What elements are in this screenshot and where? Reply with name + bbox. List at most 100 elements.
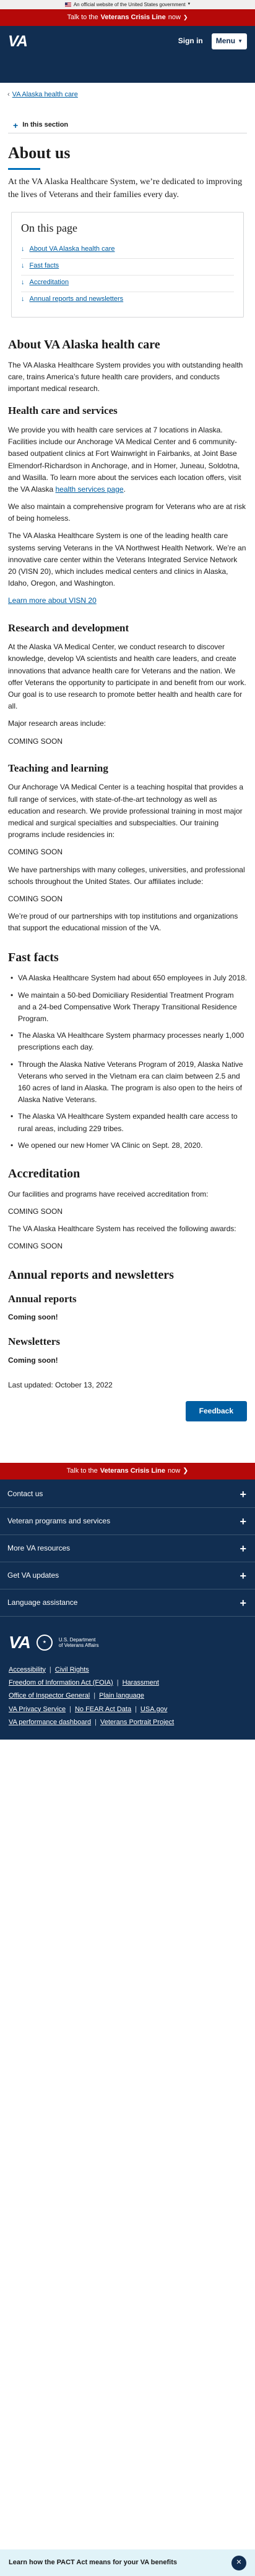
teaching-paragraph: Our Anchorage VA Medical Center is a tea… [8, 783, 243, 840]
research-heading: Research and development [8, 621, 129, 634]
page-title: About us [8, 143, 71, 162]
plus-icon: + [13, 120, 19, 130]
footer-row-label: Get VA updates [7, 1570, 59, 1580]
footer-link[interactable]: VA performance dashboard [9, 1718, 91, 1727]
list-item: VA Alaska Healthcare System had about 65… [8, 972, 247, 984]
menu-button[interactable]: Menu ▼ [211, 33, 247, 49]
services-text-end: . [123, 484, 126, 494]
footer-accordion-updates[interactable]: Get VA updates + [0, 1562, 255, 1590]
arrow-down-icon: ↓ [21, 245, 25, 253]
arrow-down-icon: ↓ [21, 295, 25, 303]
crisis-line-suffix: now [167, 1467, 181, 1475]
footer-logos: VA ★ U.S. Department of Veterans Affairs [0, 1617, 255, 1663]
va-logo[interactable]: VA [8, 30, 28, 53]
main-content: About VA Alaska health care The VA Alask… [0, 336, 255, 1422]
sign-in-button[interactable]: Sign in [178, 36, 203, 46]
services-text: We provide you with health care services… [8, 425, 241, 494]
research-paragraph: At the Alaska VA Medical Center, we cond… [8, 642, 246, 711]
back-arrow-icon: ‹ [7, 91, 10, 98]
breadcrumb-link[interactable]: VA Alaska health care [12, 90, 78, 100]
pact-act-banner[interactable]: Learn how the PACT Act means for your VA… [0, 2549, 255, 2576]
crisis-line-suffix: now [168, 13, 181, 21]
research-areas-intro: Major research areas include: [8, 719, 106, 728]
list-item: We maintain a 50-bed Domiciliary Residen… [8, 990, 247, 1025]
footer-accordion-contact[interactable]: Contact us + [0, 1481, 255, 1509]
about-heading: About VA Alaska health care [8, 337, 160, 351]
teaching-heading: Teaching and learning [8, 762, 108, 774]
coming-soon-text: COMING SOON [8, 848, 63, 857]
toc-link[interactable]: ↓ About VA Alaska health care [21, 242, 234, 258]
toc-link[interactable]: ↓ Fast facts [21, 258, 234, 275]
crisis-line-name: Veterans Crisis Line [100, 13, 166, 21]
newsletters-text: Coming soon! [8, 1356, 58, 1365]
crisis-line-name: Veterans Crisis Line [100, 1467, 165, 1475]
coming-soon-text: COMING SOON [8, 736, 63, 746]
chevron-down-icon: ▾ [188, 2, 191, 7]
gov-banner[interactable]: An official website of the United States… [0, 0, 255, 9]
section-nav-label: In this section [22, 120, 69, 128]
menu-label: Menu [215, 36, 236, 46]
toc-link[interactable]: ↓ Annual reports and newsletters [21, 291, 234, 308]
footer-link[interactable]: Freedom of Information Act (FOIA) [9, 1678, 113, 1687]
arrow-down-icon: ↓ [21, 278, 25, 286]
last-updated-row: Last updated: October 13, 2022 [8, 1380, 247, 1391]
toc-link-label[interactable]: About VA Alaska health care [30, 245, 115, 255]
about-intro: The VA Alaska Healthcare System provides… [8, 360, 243, 394]
feedback-button[interactable]: Feedback [185, 1400, 247, 1422]
fast-facts-list: VA Alaska Healthcare System had about 65… [8, 972, 247, 1151]
footer-link[interactable]: Office of Inspector General [9, 1691, 90, 1700]
crisis-line-banner[interactable]: Talk to the Veterans Crisis Line now ❯ [0, 1463, 255, 1480]
chevron-right-icon: ❯ [183, 1467, 189, 1475]
us-flag-icon [64, 2, 71, 7]
footer-link[interactable]: Civil Rights [55, 1665, 89, 1674]
plus-icon: + [240, 1569, 246, 1582]
va-logo[interactable]: VA [9, 1630, 31, 1656]
footer-link[interactable]: Veterans Portrait Project [100, 1718, 174, 1727]
title-rule [8, 167, 40, 170]
close-icon[interactable]: ✕ [231, 2555, 246, 2570]
toc-heading: On this page [21, 221, 77, 234]
list-item: The Alaska VA Healthcare System expanded… [8, 1111, 247, 1134]
health-services-link[interactable]: health services page [56, 485, 124, 494]
list-item: Through the Alaska Native Veterans Progr… [8, 1059, 247, 1106]
toc-link-label[interactable]: Fast facts [30, 261, 59, 271]
footer-legal-links: Accessibility | Civil Rights Freedom of I… [9, 1665, 175, 1727]
footer-link[interactable]: Accessibility [9, 1665, 46, 1674]
page-lead: At the VA Alaska Healthcare System, we’r… [8, 177, 243, 200]
footer-link[interactable]: Plain language [99, 1691, 144, 1700]
accreditation-paragraph: Our facilities and programs have receive… [8, 1189, 209, 1198]
list-item: The Alaska VA Healthcare System pharmacy… [8, 1030, 247, 1053]
header-band [0, 57, 255, 83]
footer-row-label: Veteran programs and services [7, 1516, 111, 1525]
va-seal-icon: ★ [36, 1635, 53, 1651]
toc-link-label[interactable]: Accreditation [30, 278, 69, 288]
list-item: We opened our new Homer VA Clinic on Sep… [8, 1140, 247, 1151]
visn-paragraph: The VA Alaska Healthcare System is one o… [8, 531, 246, 588]
newsletters-heading: Newsletters [8, 1336, 61, 1348]
coming-soon-text: COMING SOON [8, 1207, 63, 1216]
awards-paragraph: The VA Alaska Healthcare System has rece… [8, 1224, 236, 1234]
last-updated-text: Last updated: October 13, 2022 [8, 1381, 113, 1390]
accreditation-heading: Accreditation [8, 1166, 80, 1181]
chevron-right-icon: ❯ [183, 14, 188, 20]
footer-link[interactable]: USA.gov [140, 1705, 167, 1714]
annual-reports-heading: Annual reports [8, 1292, 77, 1305]
reports-heading: Annual reports and newsletters [8, 1268, 174, 1282]
footer-accordion-language[interactable]: Language assistance + [0, 1589, 255, 1617]
footer-row-label: Language assistance [7, 1597, 78, 1607]
crisis-line-banner[interactable]: Talk to the Veterans Crisis Line now ❯ [0, 9, 255, 26]
chevron-down-icon: ▼ [238, 38, 243, 44]
visn-link[interactable]: Learn more about VISN 20 [8, 596, 97, 605]
site-header: VA Sign in Menu ▼ [0, 26, 255, 57]
plus-icon: + [240, 1515, 246, 1528]
toc-link[interactable]: ↓ Accreditation [21, 274, 234, 292]
footer-accordion-programs[interactable]: Veteran programs and services + [0, 1508, 255, 1536]
footer-link[interactable]: VA Privacy Service [9, 1705, 66, 1714]
footer-accordion-resources[interactable]: More VA resources + [0, 1535, 255, 1563]
footer-link[interactable]: Harassment [123, 1678, 159, 1687]
footer-link[interactable]: No FEAR Act Data [75, 1705, 131, 1714]
section-nav-toggle[interactable]: + In this section [8, 117, 247, 133]
crisis-line-prefix: Talk to the [67, 13, 98, 21]
partnerships-paragraph: We have partnerships with many colleges,… [8, 865, 245, 886]
toc-link-label[interactable]: Annual reports and newsletters [30, 295, 124, 305]
